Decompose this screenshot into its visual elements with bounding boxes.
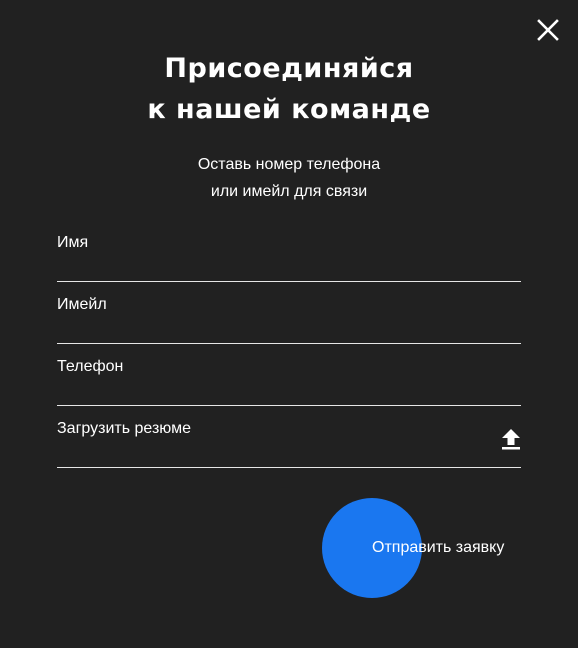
name-input[interactable]: [57, 220, 521, 281]
close-button[interactable]: [534, 16, 562, 44]
submit-button-label: Отправить заявку: [372, 539, 505, 556]
phone-field[interactable]: Телефон: [57, 344, 521, 406]
application-modal: Присоединяйся к нашей команде Оставь ном…: [0, 0, 578, 648]
upload-icon[interactable]: [501, 428, 521, 450]
title-line-2: к нашей команде: [147, 94, 431, 125]
close-icon: [536, 18, 560, 42]
email-field[interactable]: Имейл: [57, 282, 521, 344]
resume-upload-field[interactable]: Загрузить резюме: [57, 406, 521, 468]
name-field[interactable]: Имя: [57, 220, 521, 282]
subtitle-line-2: или имейл для связи: [210, 183, 368, 200]
submit-button[interactable]: Отправить заявку: [322, 498, 522, 598]
modal-title: Присоединяйся к нашей команде: [0, 48, 578, 130]
subtitle-line-1: Оставь номер телефона: [197, 156, 381, 173]
phone-input[interactable]: [57, 344, 521, 405]
resume-upload-label: Загрузить резюме: [57, 420, 191, 437]
email-input[interactable]: [57, 282, 521, 343]
modal-subtitle: Оставь номер телефона или имейл для связ…: [0, 151, 578, 205]
title-line-1: Присоединяйся: [164, 53, 414, 84]
